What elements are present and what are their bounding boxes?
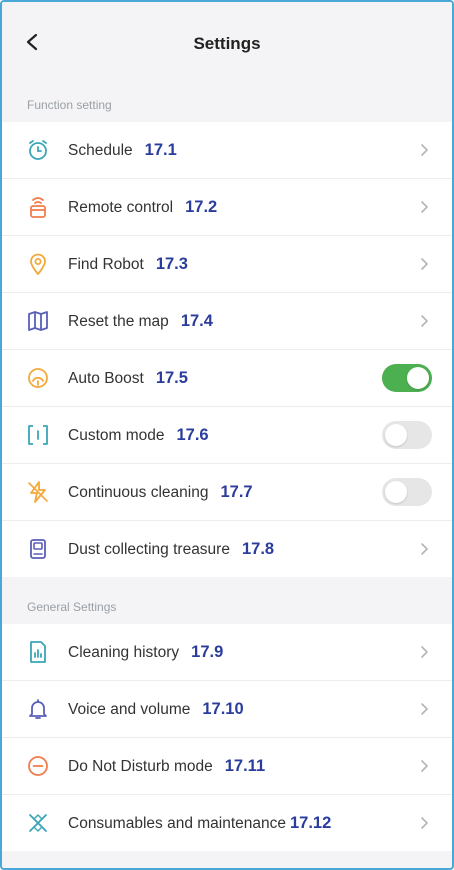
settings-row-remote-control[interactable]: Remote control 17.2 (2, 179, 452, 236)
chevron-right-icon (421, 760, 428, 772)
settings-row-auto-boost: Auto Boost 17.5 (2, 350, 452, 407)
reference-number: 17.12 (290, 813, 332, 832)
lightning-icon (26, 480, 50, 504)
chevron-right-icon (421, 315, 428, 327)
chevron-right-icon (421, 543, 428, 555)
row-label: Voice and volume (68, 700, 191, 718)
settings-row-schedule[interactable]: Schedule 17.1 (2, 122, 452, 179)
dust-bin-icon (26, 537, 50, 561)
top-bar: Settings (2, 2, 452, 88)
bell-icon (26, 697, 50, 721)
row-label: Dust collecting treasure (68, 540, 230, 558)
toggle-knob (385, 481, 407, 503)
settings-row-reset-map[interactable]: Reset the map 17.4 (2, 293, 452, 350)
auto-boost-toggle[interactable] (382, 364, 432, 392)
reference-number: 17.5 (155, 368, 188, 387)
general-settings-list: Cleaning history 17.9 Voice and volume 17.… (2, 624, 452, 851)
function-settings-list: Schedule 17.1 Remote control 17.2 Find Rob… (2, 122, 452, 577)
row-label: Schedule (68, 141, 133, 159)
reference-number: 17.6 (176, 425, 209, 444)
reference-number: 17.10 (202, 699, 244, 718)
reference-number: 17.3 (155, 254, 188, 273)
reference-number: 17.7 (220, 482, 253, 501)
row-label: Find Robot (68, 255, 144, 273)
row-label: Consumables and maintenance (68, 814, 286, 832)
chevron-right-icon (421, 817, 428, 829)
row-label: Auto Boost (68, 369, 144, 387)
settings-row-find-robot[interactable]: Find Robot 17.3 (2, 236, 452, 293)
row-label: Do Not Disturb mode (68, 757, 213, 775)
custom-mode-toggle[interactable] (382, 421, 432, 449)
reference-number: 17.8 (241, 539, 275, 558)
chevron-right-icon (421, 646, 428, 658)
consumables-icon (26, 811, 50, 835)
reference-number: 17.1 (144, 140, 177, 159)
settings-row-custom-mode: Custom mode 17.6 (2, 407, 452, 464)
continuous-cleaning-toggle[interactable] (382, 478, 432, 506)
settings-row-cleaning-history[interactable]: Cleaning history 17.9 (2, 624, 452, 681)
row-label: Custom mode (68, 426, 165, 444)
settings-row-consumables[interactable]: Consumables and maintenance 17.12 (2, 795, 452, 851)
chevron-right-icon (421, 144, 428, 156)
toggle-knob (385, 424, 407, 446)
settings-row-continuous-cleaning: Continuous cleaning 17.7 (2, 464, 452, 521)
chevron-right-icon (421, 201, 428, 213)
location-pin-icon (26, 252, 50, 276)
remote-signal-icon (26, 195, 50, 219)
alarm-clock-icon (26, 138, 50, 162)
page-title: Settings (193, 34, 261, 53)
gauge-icon (26, 366, 50, 390)
settings-row-dust-collecting[interactable]: Dust collecting treasure 17.8 (2, 521, 452, 577)
chevron-right-icon (421, 258, 428, 270)
history-chart-icon (26, 640, 50, 664)
do-not-disturb-icon (26, 754, 50, 778)
settings-row-voice-volume[interactable]: Voice and volume 17.10 (2, 681, 452, 738)
row-label: Continuous cleaning (68, 483, 209, 501)
chevron-right-icon (421, 703, 428, 715)
row-label: Cleaning history (68, 643, 180, 661)
row-label: Remote control (68, 198, 174, 216)
reference-number: 17.11 (224, 756, 266, 775)
reference-number: 17.9 (191, 642, 224, 661)
section-label-general: General Settings (27, 600, 117, 614)
reference-number: 17.4 (180, 311, 213, 330)
custom-mode-icon (26, 423, 50, 447)
map-icon (26, 309, 50, 333)
row-label: Reset the map (68, 312, 169, 330)
section-label-function: Function setting (27, 98, 112, 112)
app-frame: Settings Function setting Schedule 17.1 R… (0, 0, 454, 870)
reference-number: 17.2 (185, 197, 218, 216)
toggle-knob (407, 367, 429, 389)
settings-row-do-not-disturb[interactable]: Do Not Disturb mode 17.11 (2, 738, 452, 795)
